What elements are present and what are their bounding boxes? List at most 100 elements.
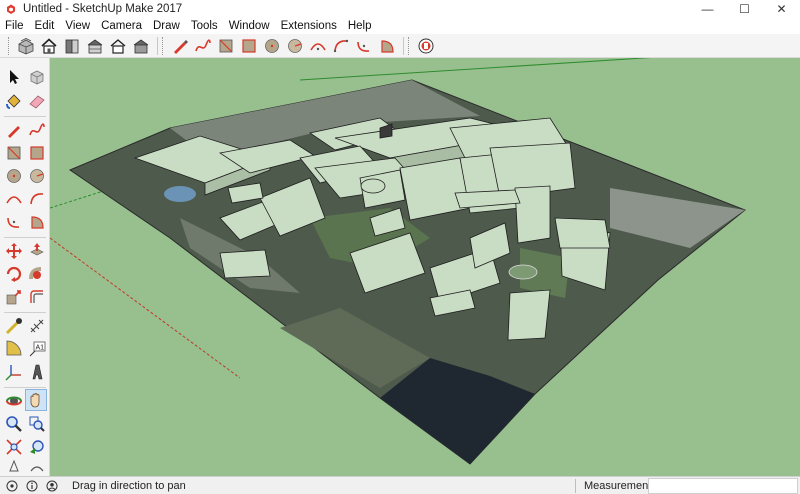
maximize-icon: ☐: [739, 2, 750, 16]
move-icon[interactable]: [3, 240, 25, 262]
svg-text:A1: A1: [36, 345, 45, 352]
three-point-arc-icon[interactable]: [3, 211, 25, 233]
select-icon[interactable]: [3, 66, 25, 88]
toolbar-grip[interactable]: [162, 36, 165, 55]
measurements-label: Measurements: [584, 480, 657, 492]
follow-me-icon[interactable]: [26, 263, 48, 285]
round-lawn: [508, 264, 538, 280]
menu-bar: File Edit View Camera Draw Tools Window …: [0, 18, 800, 34]
menu-draw[interactable]: Draw: [153, 18, 180, 34]
toolbar-separator: [403, 36, 404, 55]
close-icon: ✕: [776, 2, 787, 16]
previous-view-icon[interactable]: [26, 436, 48, 458]
rectangle-icon[interactable]: [215, 35, 237, 57]
polygon-icon[interactable]: [284, 35, 306, 57]
make-component-icon[interactable]: [26, 66, 48, 88]
position-camera-icon[interactable]: [3, 458, 25, 476]
menu-help[interactable]: Help: [348, 18, 372, 34]
building: [219, 249, 271, 279]
pencil-icon[interactable]: [169, 35, 191, 57]
minimize-button[interactable]: —: [689, 0, 726, 18]
toolbar-separator: [4, 312, 46, 313]
title-bar: Untitled - SketchUp Make 2017 — ☐ ✕: [0, 0, 800, 18]
arc-icon[interactable]: [307, 35, 329, 57]
orbit-icon[interactable]: [3, 390, 25, 412]
pie-icon[interactable]: [376, 35, 398, 57]
polygon-icon[interactable]: [26, 165, 48, 187]
toolbar-separator: [157, 36, 158, 55]
rotated-rectangle-icon[interactable]: [26, 142, 48, 164]
dome: [360, 178, 386, 194]
rotate-icon[interactable]: [3, 263, 25, 285]
rotated-rectangle-icon[interactable]: [238, 35, 260, 57]
scene-canvas[interactable]: [50, 58, 800, 476]
minimize-icon: —: [701, 2, 714, 16]
arc-icon[interactable]: [3, 188, 25, 210]
top-view-icon[interactable]: [38, 35, 60, 57]
freehand-icon[interactable]: [192, 35, 214, 57]
axes-icon[interactable]: [3, 361, 25, 383]
close-button[interactable]: ✕: [763, 0, 800, 18]
pan-icon[interactable]: [25, 389, 47, 411]
back-view-icon[interactable]: [107, 35, 129, 57]
pencil-icon[interactable]: [3, 119, 25, 141]
freehand-icon[interactable]: [26, 119, 48, 141]
push-pull-icon[interactable]: [26, 240, 48, 262]
toolbar-separator: [4, 116, 46, 117]
eraser-icon[interactable]: [26, 90, 48, 112]
toolbar-grip[interactable]: [8, 36, 11, 55]
tape-measure-icon[interactable]: [3, 315, 25, 337]
two-point-arc-icon[interactable]: [26, 188, 48, 210]
status-message: Drag in direction to pan: [72, 479, 186, 492]
pond: [164, 186, 196, 202]
circle-icon[interactable]: [261, 35, 283, 57]
two-point-arc-icon[interactable]: [330, 35, 352, 57]
3d-text-icon[interactable]: [26, 361, 48, 383]
window-title: Untitled - SketchUp Make 2017: [23, 3, 183, 15]
text-icon[interactable]: A1: [26, 338, 48, 360]
toolbar-separator: [4, 237, 46, 238]
offset-icon[interactable]: [26, 286, 48, 308]
paint-bucket-icon[interactable]: [3, 90, 25, 112]
toolbar-grip[interactable]: [408, 36, 411, 55]
green-axis: [299, 58, 652, 81]
main-toolbar: [0, 34, 800, 58]
dimension-icon[interactable]: [26, 315, 48, 337]
menu-file[interactable]: File: [5, 18, 24, 34]
drawing-viewport[interactable]: [50, 58, 800, 476]
menu-view[interactable]: View: [65, 18, 90, 34]
sketchup-logo-icon: [7, 4, 15, 14]
rectangle-icon[interactable]: [3, 142, 25, 164]
menu-tools[interactable]: Tools: [191, 18, 218, 34]
zoom-icon[interactable]: [3, 413, 25, 435]
building: [554, 217, 611, 249]
three-point-arc-icon[interactable]: [353, 35, 375, 57]
toolbar-separator: [4, 387, 46, 388]
tower-building: [514, 185, 551, 244]
user-account-icon[interactable]: [44, 478, 60, 494]
menu-camera[interactable]: Camera: [101, 18, 142, 34]
scale-icon[interactable]: [3, 286, 25, 308]
status-bar: Drag in direction to pan Measurements: [0, 476, 800, 494]
building: [507, 289, 551, 341]
pie-icon[interactable]: [26, 211, 48, 233]
circle-icon[interactable]: [3, 165, 25, 187]
left-toolbar: A1: [0, 58, 50, 476]
zoom-extents-icon[interactable]: [3, 436, 25, 458]
protractor-icon[interactable]: [3, 338, 25, 360]
walk-icon[interactable]: [26, 458, 48, 476]
geo-location-icon[interactable]: [4, 478, 20, 494]
menu-extensions[interactable]: Extensions: [281, 18, 337, 34]
status-divider: [575, 479, 576, 493]
warehouse-icon[interactable]: [415, 35, 437, 57]
right-view-icon[interactable]: [84, 35, 106, 57]
left-view-icon[interactable]: [130, 35, 152, 57]
front-view-icon[interactable]: [61, 35, 83, 57]
menu-window[interactable]: Window: [229, 18, 270, 34]
iso-view-icon[interactable]: [15, 35, 37, 57]
menu-edit[interactable]: Edit: [35, 18, 55, 34]
zoom-window-icon[interactable]: [26, 413, 48, 435]
measurements-input[interactable]: [648, 478, 798, 494]
maximize-button[interactable]: ☐: [726, 0, 763, 18]
credits-icon[interactable]: [24, 478, 40, 494]
